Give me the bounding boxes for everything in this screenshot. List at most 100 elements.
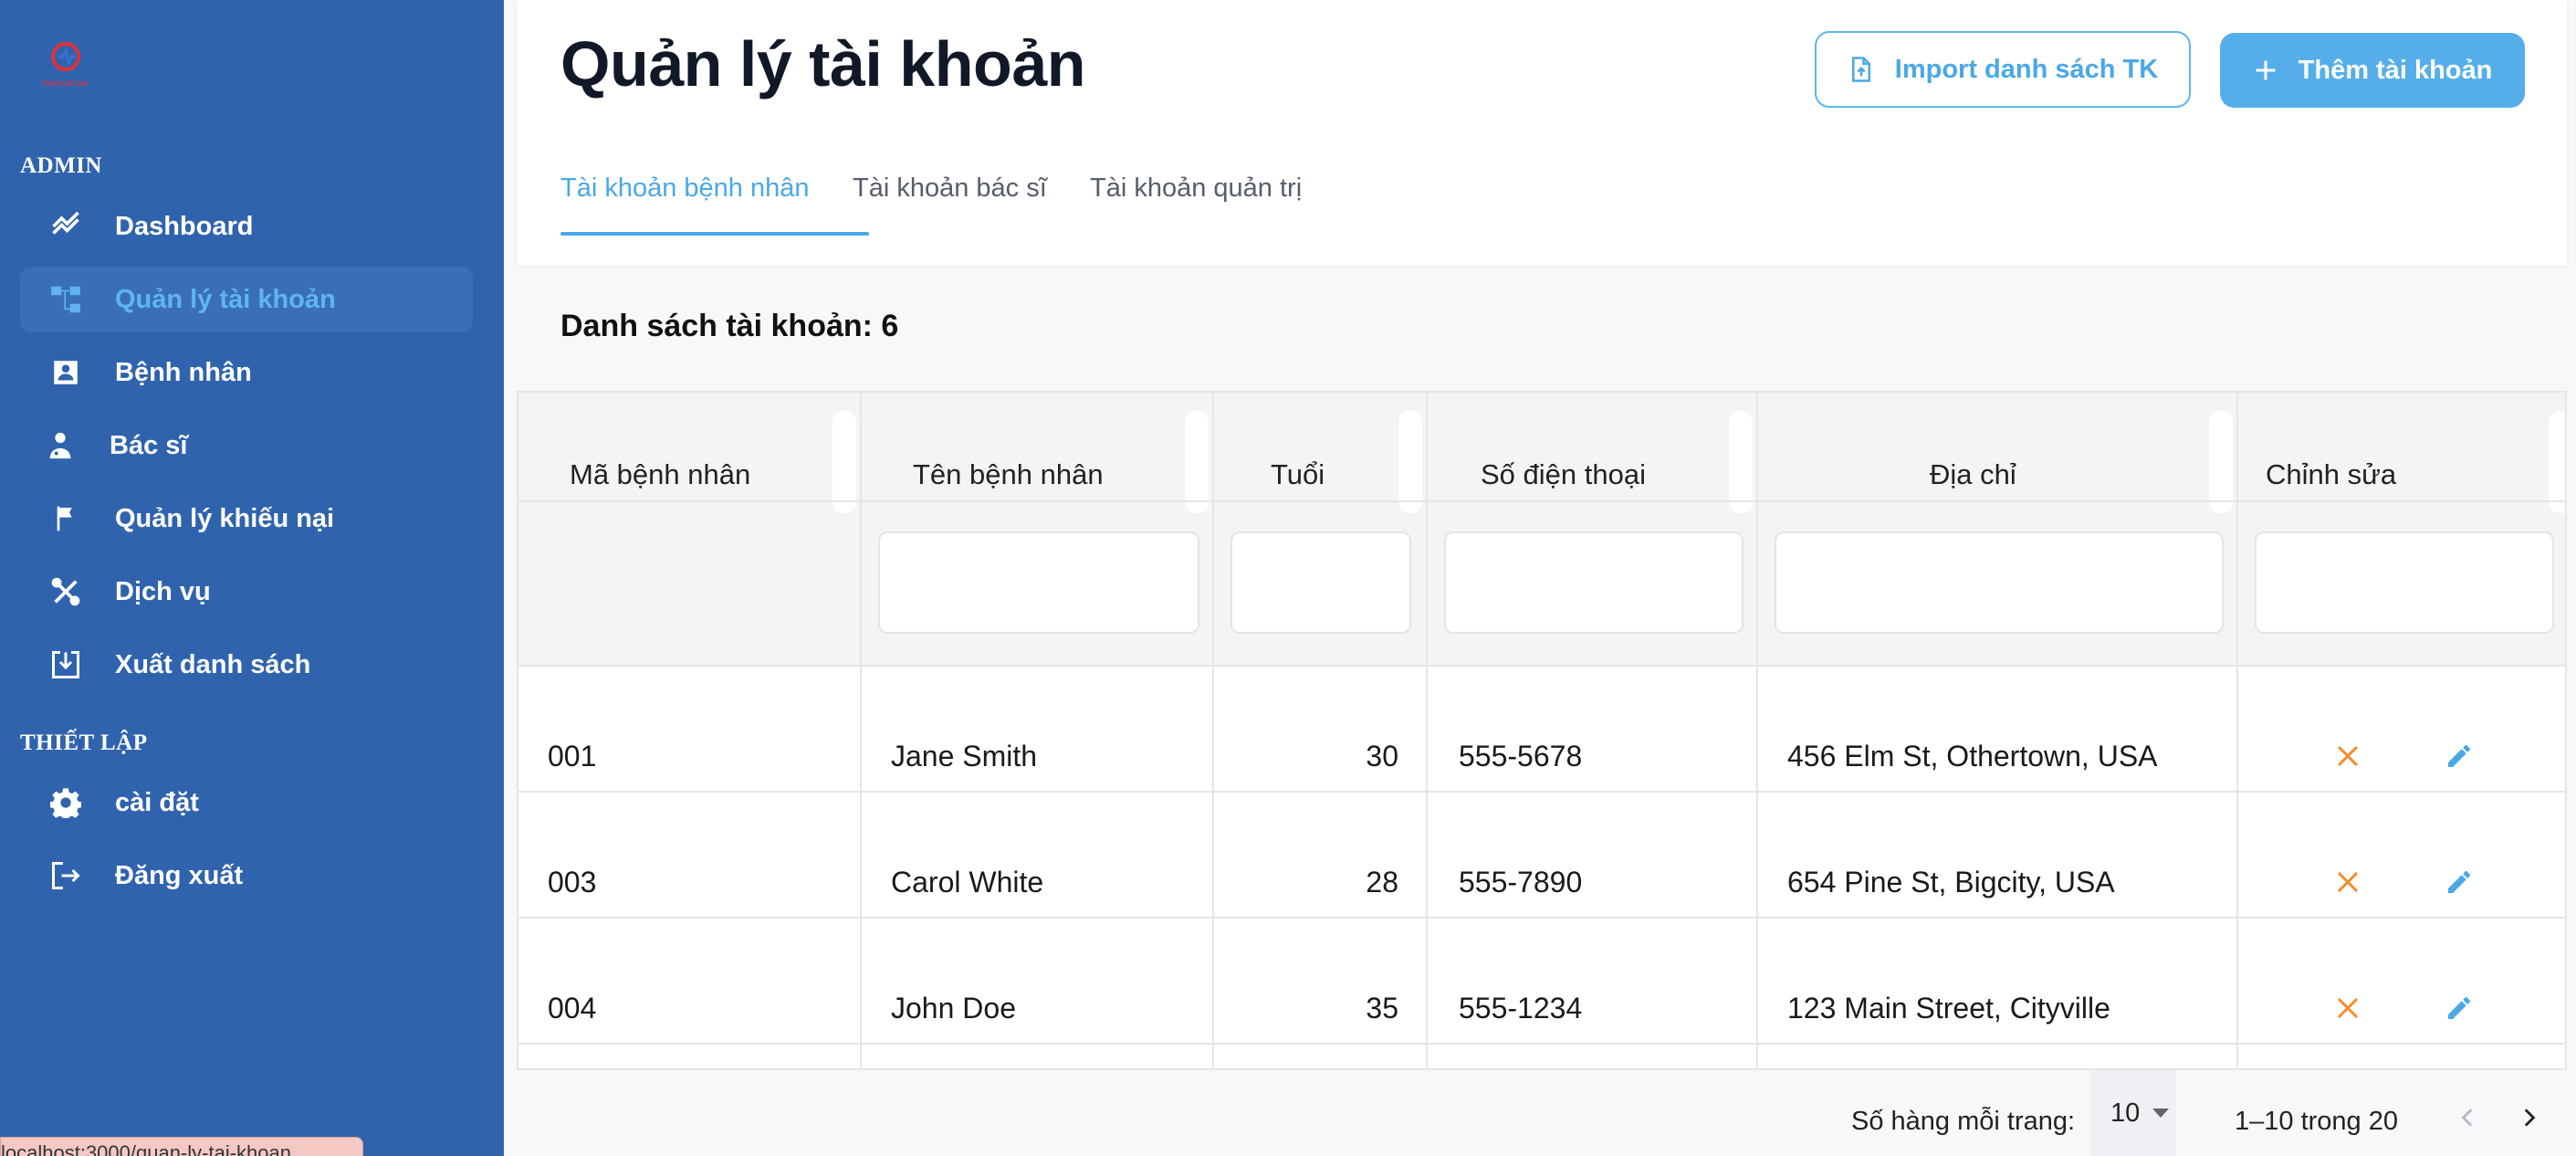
close-icon	[2337, 997, 2359, 1019]
close-icon	[2337, 871, 2359, 893]
filter-address-input[interactable]	[1775, 531, 2224, 634]
tools-icon	[47, 573, 84, 610]
column-header-patient-id[interactable]: Mã bệnh nhân	[570, 429, 750, 520]
tab-patient-accounts[interactable]: Tài khoản bệnh nhân	[560, 173, 810, 204]
sidebar-item-patients[interactable]: Bệnh nhân	[20, 340, 473, 405]
sidebar-item-label: Quản lý tài khoản	[115, 284, 336, 314]
account-tree-icon	[47, 281, 84, 318]
download-icon	[47, 646, 84, 683]
column-header-phone[interactable]: Số điện thoại	[1481, 429, 1646, 520]
delete-button[interactable]	[2328, 736, 2368, 776]
edit-button[interactable]	[2439, 862, 2479, 902]
flag-icon	[47, 500, 84, 537]
app-logo[interactable]: MedicalCare	[37, 37, 95, 91]
cell-patient-name: Jane Smith	[891, 739, 1038, 772]
column-resize-handle[interactable]	[832, 411, 856, 513]
filter-age-input[interactable]	[1230, 531, 1411, 634]
status-bar-url: localhost:3000/quan-ly-tai-khoan	[0, 1137, 363, 1156]
sidebar: MedicalCare ADMIN Dashboard Quản lý tài …	[0, 0, 504, 1156]
column-resize-handle[interactable]	[1185, 411, 1209, 513]
section-label-admin: ADMIN	[20, 153, 102, 178]
file-upload-icon	[1848, 54, 1875, 85]
chevron-left-icon	[2461, 1109, 2473, 1127]
cell-address: 123 Main Street, Cityville	[1787, 991, 2110, 1025]
logo-text: MedicalCare	[43, 79, 89, 88]
cell-age: 28	[1366, 865, 1398, 899]
import-accounts-button[interactable]: Import danh sách TK	[1815, 31, 2191, 108]
plus-icon	[2253, 58, 2278, 83]
import-label: Import danh sách TK	[1894, 54, 2159, 84]
active-tab-indicator	[560, 232, 869, 236]
account-count: Danh sách tài khoản: 6	[560, 309, 899, 343]
delete-button[interactable]	[2328, 988, 2368, 1028]
tab-admin-accounts[interactable]: Tài khoản quản trị	[1090, 173, 1302, 204]
gear-icon	[47, 784, 84, 821]
column-header-age[interactable]: Tuổi	[1271, 429, 1325, 520]
column-header-edit[interactable]: Chỉnh sửa	[2266, 429, 2396, 520]
cell-age: 35	[1366, 991, 1398, 1025]
sidebar-item-doctors[interactable]: Bác sĩ	[20, 413, 473, 478]
cell-patient-id: 003	[548, 865, 597, 899]
add-account-button[interactable]: Thêm tài khoản	[2220, 33, 2525, 108]
sidebar-item-label: Dịch vụ	[115, 576, 211, 606]
rows-per-page-select[interactable]: 10	[2090, 1070, 2176, 1156]
column-resize-handle[interactable]	[2549, 411, 2565, 513]
chart-line-icon	[47, 208, 84, 245]
column-resize-handle[interactable]	[1729, 411, 1753, 513]
cell-address: 456 Elm St, Othertown, USA	[1787, 739, 2158, 772]
sidebar-item-label: Bệnh nhân	[115, 357, 252, 387]
logout-icon	[47, 857, 84, 894]
sidebar-item-services[interactable]: Dịch vụ	[20, 559, 473, 625]
sidebar-item-complaints[interactable]: Quản lý khiếu nại	[20, 486, 473, 552]
filter-edit-input[interactable]	[2255, 531, 2554, 634]
sidebar-item-label: Xuất danh sách	[115, 649, 311, 679]
column-header-address[interactable]: Địa chỉ	[1930, 429, 2016, 520]
sidebar-item-account-management[interactable]: Quản lý tài khoản	[20, 267, 473, 332]
edit-button[interactable]	[2439, 736, 2479, 776]
page-title: Quản lý tài khoản	[560, 28, 1085, 100]
pagination: Số hàng mỗi trang: 10 1–10 trong 20	[517, 1070, 2567, 1156]
sidebar-item-label: Đăng xuất	[115, 860, 244, 890]
accounts-table: Mã bệnh nhân Tên bệnh nhân Tuổi Số điện …	[517, 391, 2567, 1070]
next-page-button[interactable]	[2510, 1099, 2547, 1136]
sidebar-item-settings[interactable]: cài đặt	[20, 770, 473, 835]
delete-button[interactable]	[2328, 862, 2368, 902]
page-range: 1–10 trong 20	[2235, 1107, 2398, 1136]
tab-doctor-accounts[interactable]: Tài khoản bác sĩ	[853, 173, 1047, 204]
add-account-label: Thêm tài khoản	[2298, 55, 2493, 85]
chevron-right-icon	[2524, 1109, 2536, 1127]
cell-phone: 555-1234	[1459, 991, 1583, 1025]
column-header-patient-name[interactable]: Tên bệnh nhân	[913, 429, 1104, 520]
edit-button[interactable]	[2439, 988, 2479, 1028]
cell-patient-name: John Doe	[891, 991, 1016, 1025]
page-header: Quản lý tài khoản Import danh sách TK Th…	[517, 0, 2567, 265]
doctor-icon	[42, 427, 79, 464]
prev-page-button[interactable]	[2450, 1099, 2487, 1136]
sidebar-item-label: Quản lý khiếu nại	[115, 503, 335, 533]
section-label-settings: THIẾT LẬP	[20, 730, 148, 755]
cell-patient-id: 001	[548, 739, 597, 772]
pencil-icon	[2448, 744, 2470, 767]
filter-phone-input[interactable]	[1444, 531, 1744, 634]
column-resize-handle[interactable]	[1398, 411, 1422, 513]
sidebar-item-label: cài đặt	[115, 787, 199, 817]
filter-name-input[interactable]	[878, 531, 1199, 634]
patient-card-icon	[47, 354, 84, 391]
sidebar-item-logout[interactable]: Đăng xuất	[20, 843, 473, 909]
sidebar-item-label: Dashboard	[115, 211, 254, 241]
cell-phone: 555-7890	[1459, 865, 1583, 899]
cell-phone: 555-5678	[1459, 739, 1583, 772]
sidebar-item-label: Bác sĩ	[110, 430, 188, 460]
pencil-icon	[2448, 870, 2470, 893]
cell-patient-id: 004	[548, 991, 597, 1025]
cell-age: 30	[1366, 739, 1398, 772]
close-icon	[2337, 745, 2359, 767]
cell-address: 654 Pine St, Bigcity, USA	[1787, 865, 2115, 899]
pencil-icon	[2448, 996, 2470, 1019]
cell-patient-name: Carol White	[891, 865, 1044, 899]
rows-per-page-value: 10	[2110, 1098, 2141, 1128]
caret-down-icon	[2152, 1109, 2170, 1118]
sidebar-item-dashboard[interactable]: Dashboard	[20, 194, 473, 259]
column-resize-handle[interactable]	[2209, 411, 2233, 513]
sidebar-item-export[interactable]: Xuất danh sách	[20, 632, 473, 698]
